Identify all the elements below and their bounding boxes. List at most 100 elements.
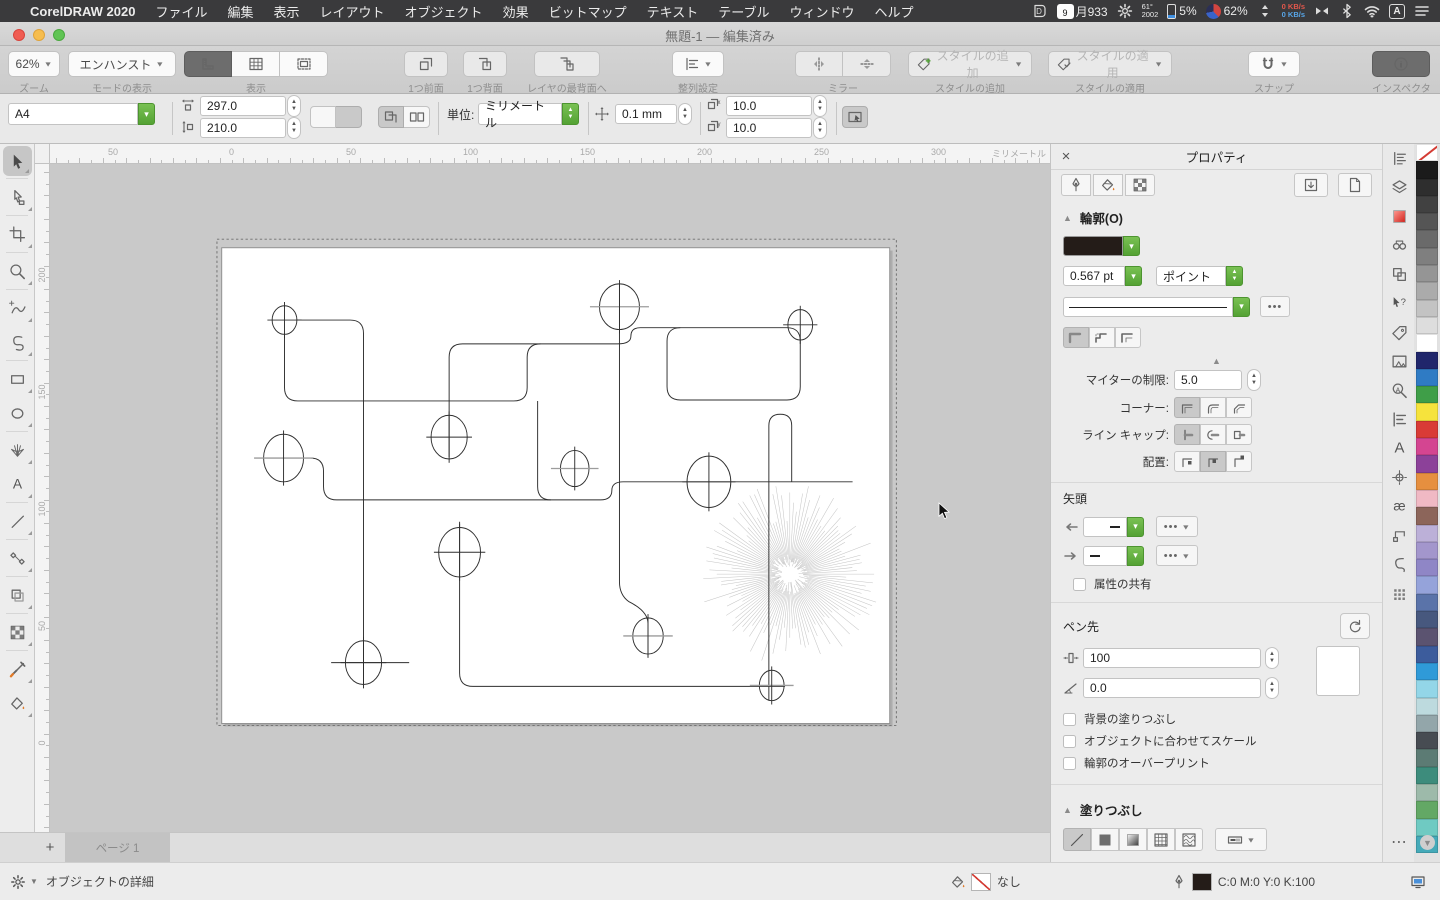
menu-オブジェクト[interactable]: オブジェクト	[395, 2, 493, 21]
palette-swatch-18[interactable]	[1416, 455, 1438, 472]
duplicate-y-input[interactable]: 10.0	[726, 118, 812, 138]
current-page-button[interactable]	[404, 106, 430, 128]
outline-units-stepper[interactable]: ▲▼	[1226, 266, 1243, 286]
line-style-more-button[interactable]: •••	[1260, 296, 1290, 317]
tool-eyedropper[interactable]	[0, 652, 35, 686]
battery-status[interactable]: 5%	[1167, 4, 1196, 19]
gear-icon[interactable]	[1117, 3, 1133, 19]
view-mode-dropdown[interactable]: エンハンスト▼	[68, 51, 176, 77]
tool-rectangle[interactable]	[0, 362, 35, 396]
uniform-fill-button[interactable]	[1091, 828, 1119, 851]
miter-limit-stepper[interactable]: ▲▼	[1247, 369, 1261, 391]
show-rulers-button[interactable]	[184, 51, 232, 77]
palette-swatch-16[interactable]	[1416, 421, 1438, 438]
transparency-tab[interactable]	[1125, 174, 1155, 196]
outline-tab[interactable]	[1061, 174, 1091, 196]
dock-whats-this-icon[interactable]: ?	[1383, 289, 1415, 318]
line-style-dropdown-button[interactable]: ▾	[1233, 297, 1250, 317]
outline-width-input[interactable]: 0.567 pt	[1063, 266, 1125, 286]
no-fill-button[interactable]	[1063, 828, 1091, 851]
menu-ビットマップ[interactable]: ビットマップ	[539, 2, 637, 21]
menu-ヘルプ[interactable]: ヘルプ	[864, 2, 923, 21]
inspector-toggle-button[interactable]: i	[1372, 51, 1430, 77]
dock-color-grid-icon[interactable]	[1383, 579, 1415, 608]
status-gear-icon[interactable]	[10, 874, 26, 890]
tip-width-stepper[interactable]: ▲▼	[1265, 647, 1279, 669]
tool-interactive-fill[interactable]	[0, 686, 35, 720]
display-settings-icon[interactable]	[1410, 874, 1426, 890]
palette-swatch-34[interactable]	[1416, 732, 1438, 749]
palette-swatch-24[interactable]	[1416, 559, 1438, 576]
tool-crop[interactable]	[0, 217, 35, 251]
palette-swatch-35[interactable]	[1416, 749, 1438, 766]
round-corner-button[interactable]	[1200, 397, 1226, 418]
scale-with-object-checkbox[interactable]	[1063, 735, 1076, 748]
palette-swatch-28[interactable]	[1416, 628, 1438, 645]
snap-dropdown[interactable]: ▼	[1248, 51, 1300, 77]
start-arrowhead-dropdown-button[interactable]: ▾	[1127, 517, 1144, 537]
units-dropdown[interactable]: ミリメートル	[478, 103, 562, 125]
close-inspector-button[interactable]: ×	[1051, 148, 1081, 165]
do-not-disturb-icon[interactable]: D	[1032, 3, 1048, 19]
tool-transparency[interactable]	[0, 615, 35, 649]
palette-swatch-2[interactable]	[1416, 179, 1438, 196]
tip-angle-input[interactable]: 0.0	[1083, 678, 1261, 698]
outline-inside-button[interactable]	[1226, 451, 1252, 472]
tool-drop-shadow[interactable]	[0, 578, 35, 612]
palette-swatch-19[interactable]	[1416, 473, 1438, 490]
dock-object-properties-icon[interactable]	[1383, 144, 1415, 173]
end-arrowhead-dropdown-button[interactable]: ▾	[1127, 546, 1144, 566]
page-size-dropdown-button[interactable]: ▾	[138, 103, 155, 125]
tool-pick[interactable]	[3, 146, 32, 176]
palette-swatch-33[interactable]	[1416, 715, 1438, 732]
line-connection-option-2[interactable]	[1089, 327, 1115, 348]
palette-swatch-7[interactable]	[1416, 265, 1438, 282]
palette-swatch-8[interactable]	[1416, 282, 1438, 299]
input-source-icon[interactable]: A	[1389, 4, 1405, 19]
start-arrowhead-dropdown[interactable]	[1083, 517, 1127, 537]
palette-swatch-27[interactable]	[1416, 611, 1438, 628]
portrait-button[interactable]	[310, 106, 336, 128]
menu-編集[interactable]: 編集	[218, 2, 264, 21]
outline-more-collapse[interactable]: ▲	[1051, 356, 1382, 366]
show-grid-button[interactable]	[232, 51, 280, 77]
palette-swatch-12[interactable]	[1416, 352, 1438, 369]
add-style-dropdown[interactable]: スタイルの追加▼	[908, 51, 1032, 77]
page-width-stepper[interactable]: ▲▼	[287, 95, 301, 117]
page-height-stepper[interactable]: ▲▼	[287, 117, 301, 139]
palette-swatch-3[interactable]	[1416, 196, 1438, 213]
tool-shape[interactable]	[0, 180, 35, 214]
pattern-fill-button[interactable]	[1147, 828, 1175, 851]
fountain-fill-button[interactable]	[1119, 828, 1147, 851]
outline-width-dropdown[interactable]: ▾	[1125, 266, 1142, 286]
nudge-stepper[interactable]: ▲▼	[678, 103, 692, 125]
nudge-distance-input[interactable]: 0.1 mm	[615, 104, 677, 124]
fill-picker-dropdown[interactable]: ▼	[1215, 828, 1267, 851]
outline-status-swatch[interactable]	[1192, 873, 1212, 891]
zoom-level-dropdown[interactable]: 62%▼	[8, 51, 60, 77]
status-chevron-icon[interactable]: ▼	[30, 877, 38, 886]
page-tab-1[interactable]: ページ 1	[65, 833, 170, 862]
dock-fill-color-icon[interactable]	[1383, 202, 1415, 231]
duplicate-x-input[interactable]: 10.0	[726, 96, 812, 116]
tool-connector[interactable]	[0, 541, 35, 575]
new-from-current-button[interactable]	[1338, 173, 1372, 197]
palette-swatch-13[interactable]	[1416, 369, 1438, 386]
dock-transformations-icon[interactable]	[1383, 260, 1415, 289]
outline-collapse-icon[interactable]: ▲	[1063, 213, 1072, 223]
dock-find-and-replace-icon[interactable]	[1383, 231, 1415, 260]
menu-効果[interactable]: 効果	[493, 2, 539, 21]
palette-swatch-14[interactable]	[1416, 386, 1438, 403]
page-size-preset[interactable]: A4	[8, 103, 138, 125]
updown-arrows-icon[interactable]	[1257, 3, 1273, 19]
wifi-icon[interactable]	[1364, 3, 1380, 19]
to-back-of-layer-button[interactable]	[534, 51, 600, 77]
outline-color-swatch[interactable]	[1063, 236, 1123, 256]
outline-units-dropdown[interactable]: ポイント	[1156, 266, 1226, 286]
menu-レイアウト[interactable]: レイアウト	[310, 2, 395, 21]
menu-テキスト[interactable]: テキスト	[637, 2, 709, 21]
bevel-corner-button[interactable]	[1226, 397, 1252, 418]
tool-ellipse[interactable]	[0, 396, 35, 430]
miter-corner-button[interactable]	[1174, 397, 1200, 418]
palette-swatch-none[interactable]	[1416, 144, 1438, 161]
